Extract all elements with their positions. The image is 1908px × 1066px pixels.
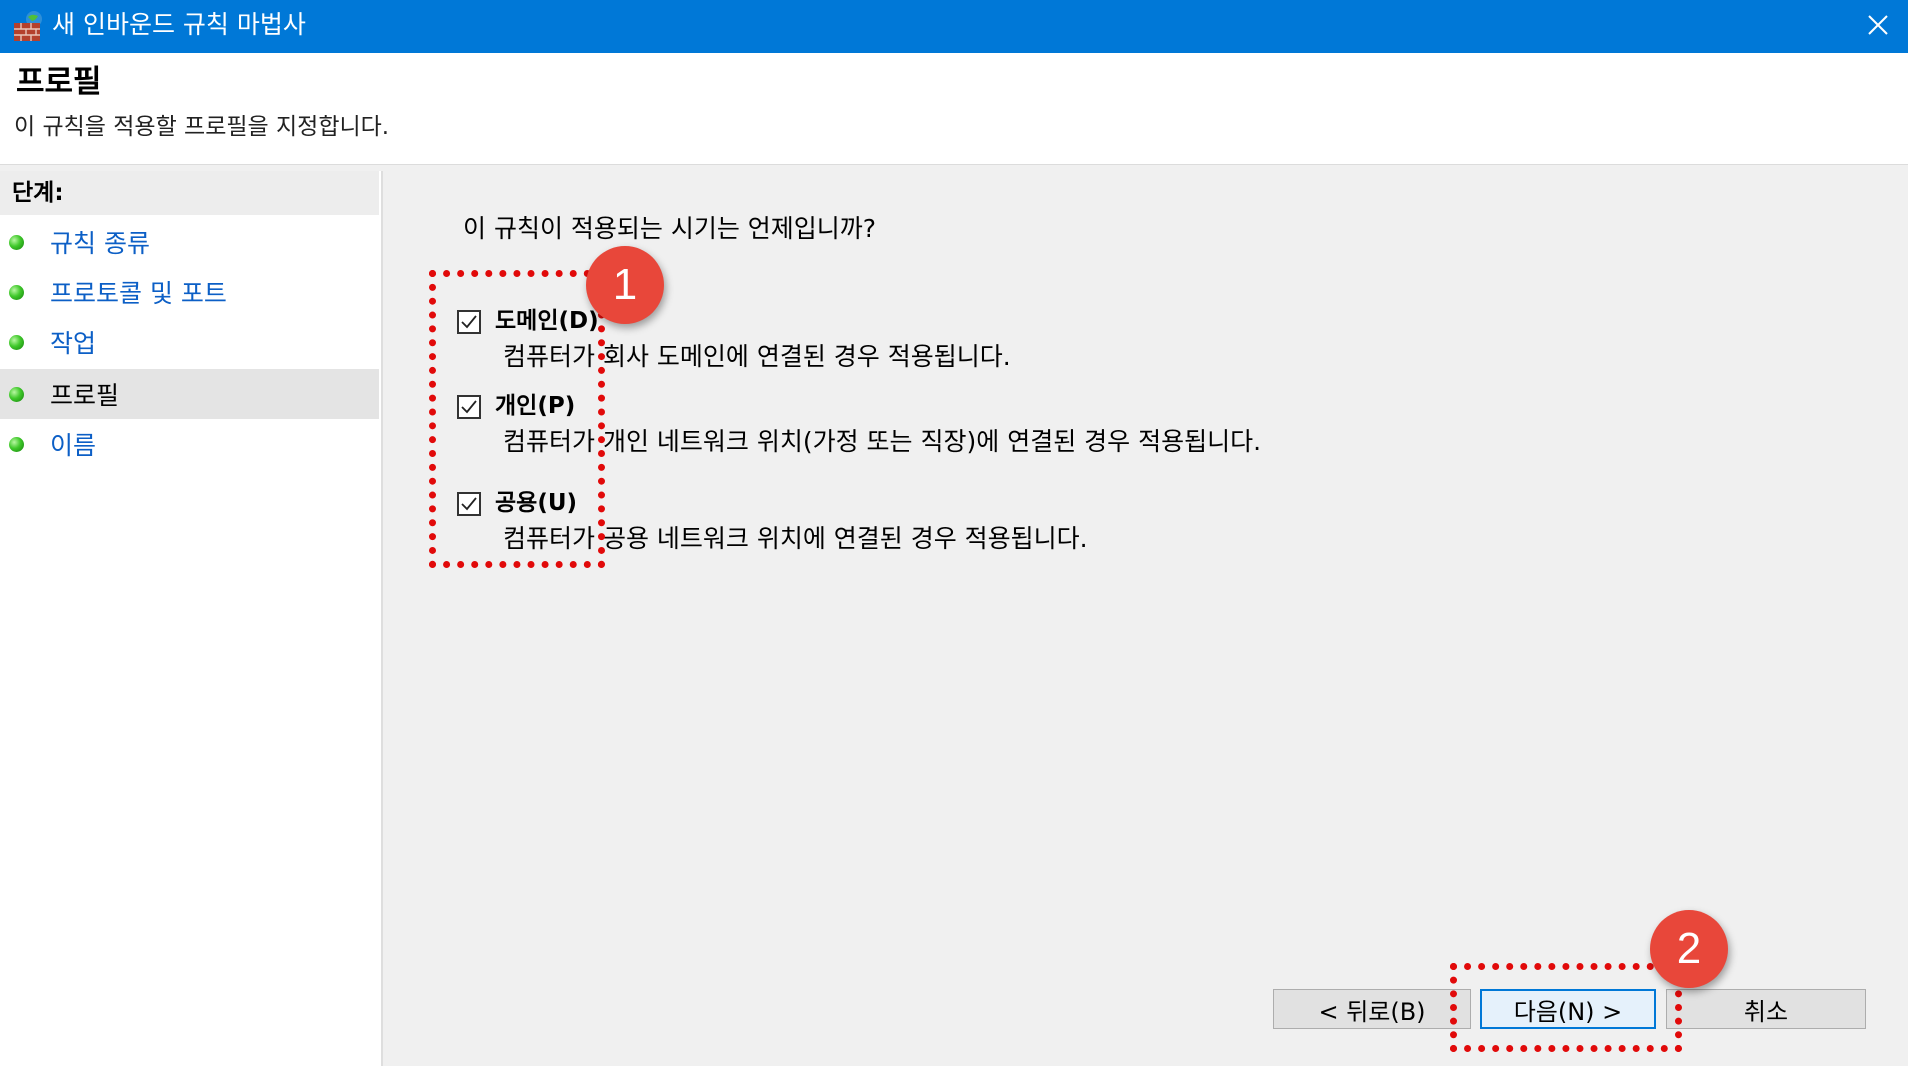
window-title: 새 인바운드 규칙 마법사: [52, 10, 306, 39]
cancel-button[interactable]: 취소: [1666, 989, 1866, 1029]
step-action[interactable]: 작업: [0, 317, 379, 367]
green-status-dot-icon: [9, 235, 24, 250]
close-button[interactable]: [1848, 0, 1908, 53]
question-text: 이 규칙이 적용되는 시기는 언제입니까?: [463, 214, 877, 243]
step-rule-type[interactable]: 규칙 종류: [0, 217, 379, 267]
close-icon: [1867, 14, 1889, 40]
green-status-dot-icon: [9, 285, 24, 300]
step-label: 이름: [50, 431, 97, 460]
step-name[interactable]: 이름: [0, 419, 379, 469]
annotation-badge-2: 2: [1650, 910, 1728, 988]
page-title: 프로필: [16, 64, 102, 100]
step-label: 작업: [50, 329, 97, 358]
step-label: 규칙 종류: [50, 229, 150, 258]
steps-header: 단계:: [0, 171, 379, 215]
wizard-header: 프로필 이 규칙을 적용할 프로필을 지정합니다.: [0, 53, 1908, 165]
private-description: 컴퓨터가 개인 네트워크 위치(가정 또는 직장)에 연결된 경우 적용됩니다.: [503, 427, 1262, 456]
title-bar: 새 인바운드 규칙 마법사: [0, 0, 1908, 53]
step-profile[interactable]: 프로필: [0, 369, 379, 419]
page-description: 이 규칙을 적용할 프로필을 지정합니다.: [14, 114, 390, 140]
green-status-dot-icon: [9, 387, 24, 402]
step-protocol-port[interactable]: 프로토콜 및 포트: [0, 267, 379, 317]
step-label: 프로토콜 및 포트: [50, 279, 227, 308]
step-label: 프로필: [50, 381, 120, 410]
green-status-dot-icon: [9, 335, 24, 350]
firewall-brick-globe-icon: [12, 9, 46, 43]
annotation-highlight-next: [1450, 963, 1682, 1052]
back-button[interactable]: < 뒤로(B): [1273, 989, 1471, 1029]
green-status-dot-icon: [9, 437, 24, 452]
annotation-highlight-checkboxes: [429, 270, 605, 568]
annotation-badge-1: 1: [586, 246, 664, 324]
steps-sidebar: 단계: 규칙 종류 프로토콜 및 포트 작업 프로필 이름: [0, 171, 381, 1066]
